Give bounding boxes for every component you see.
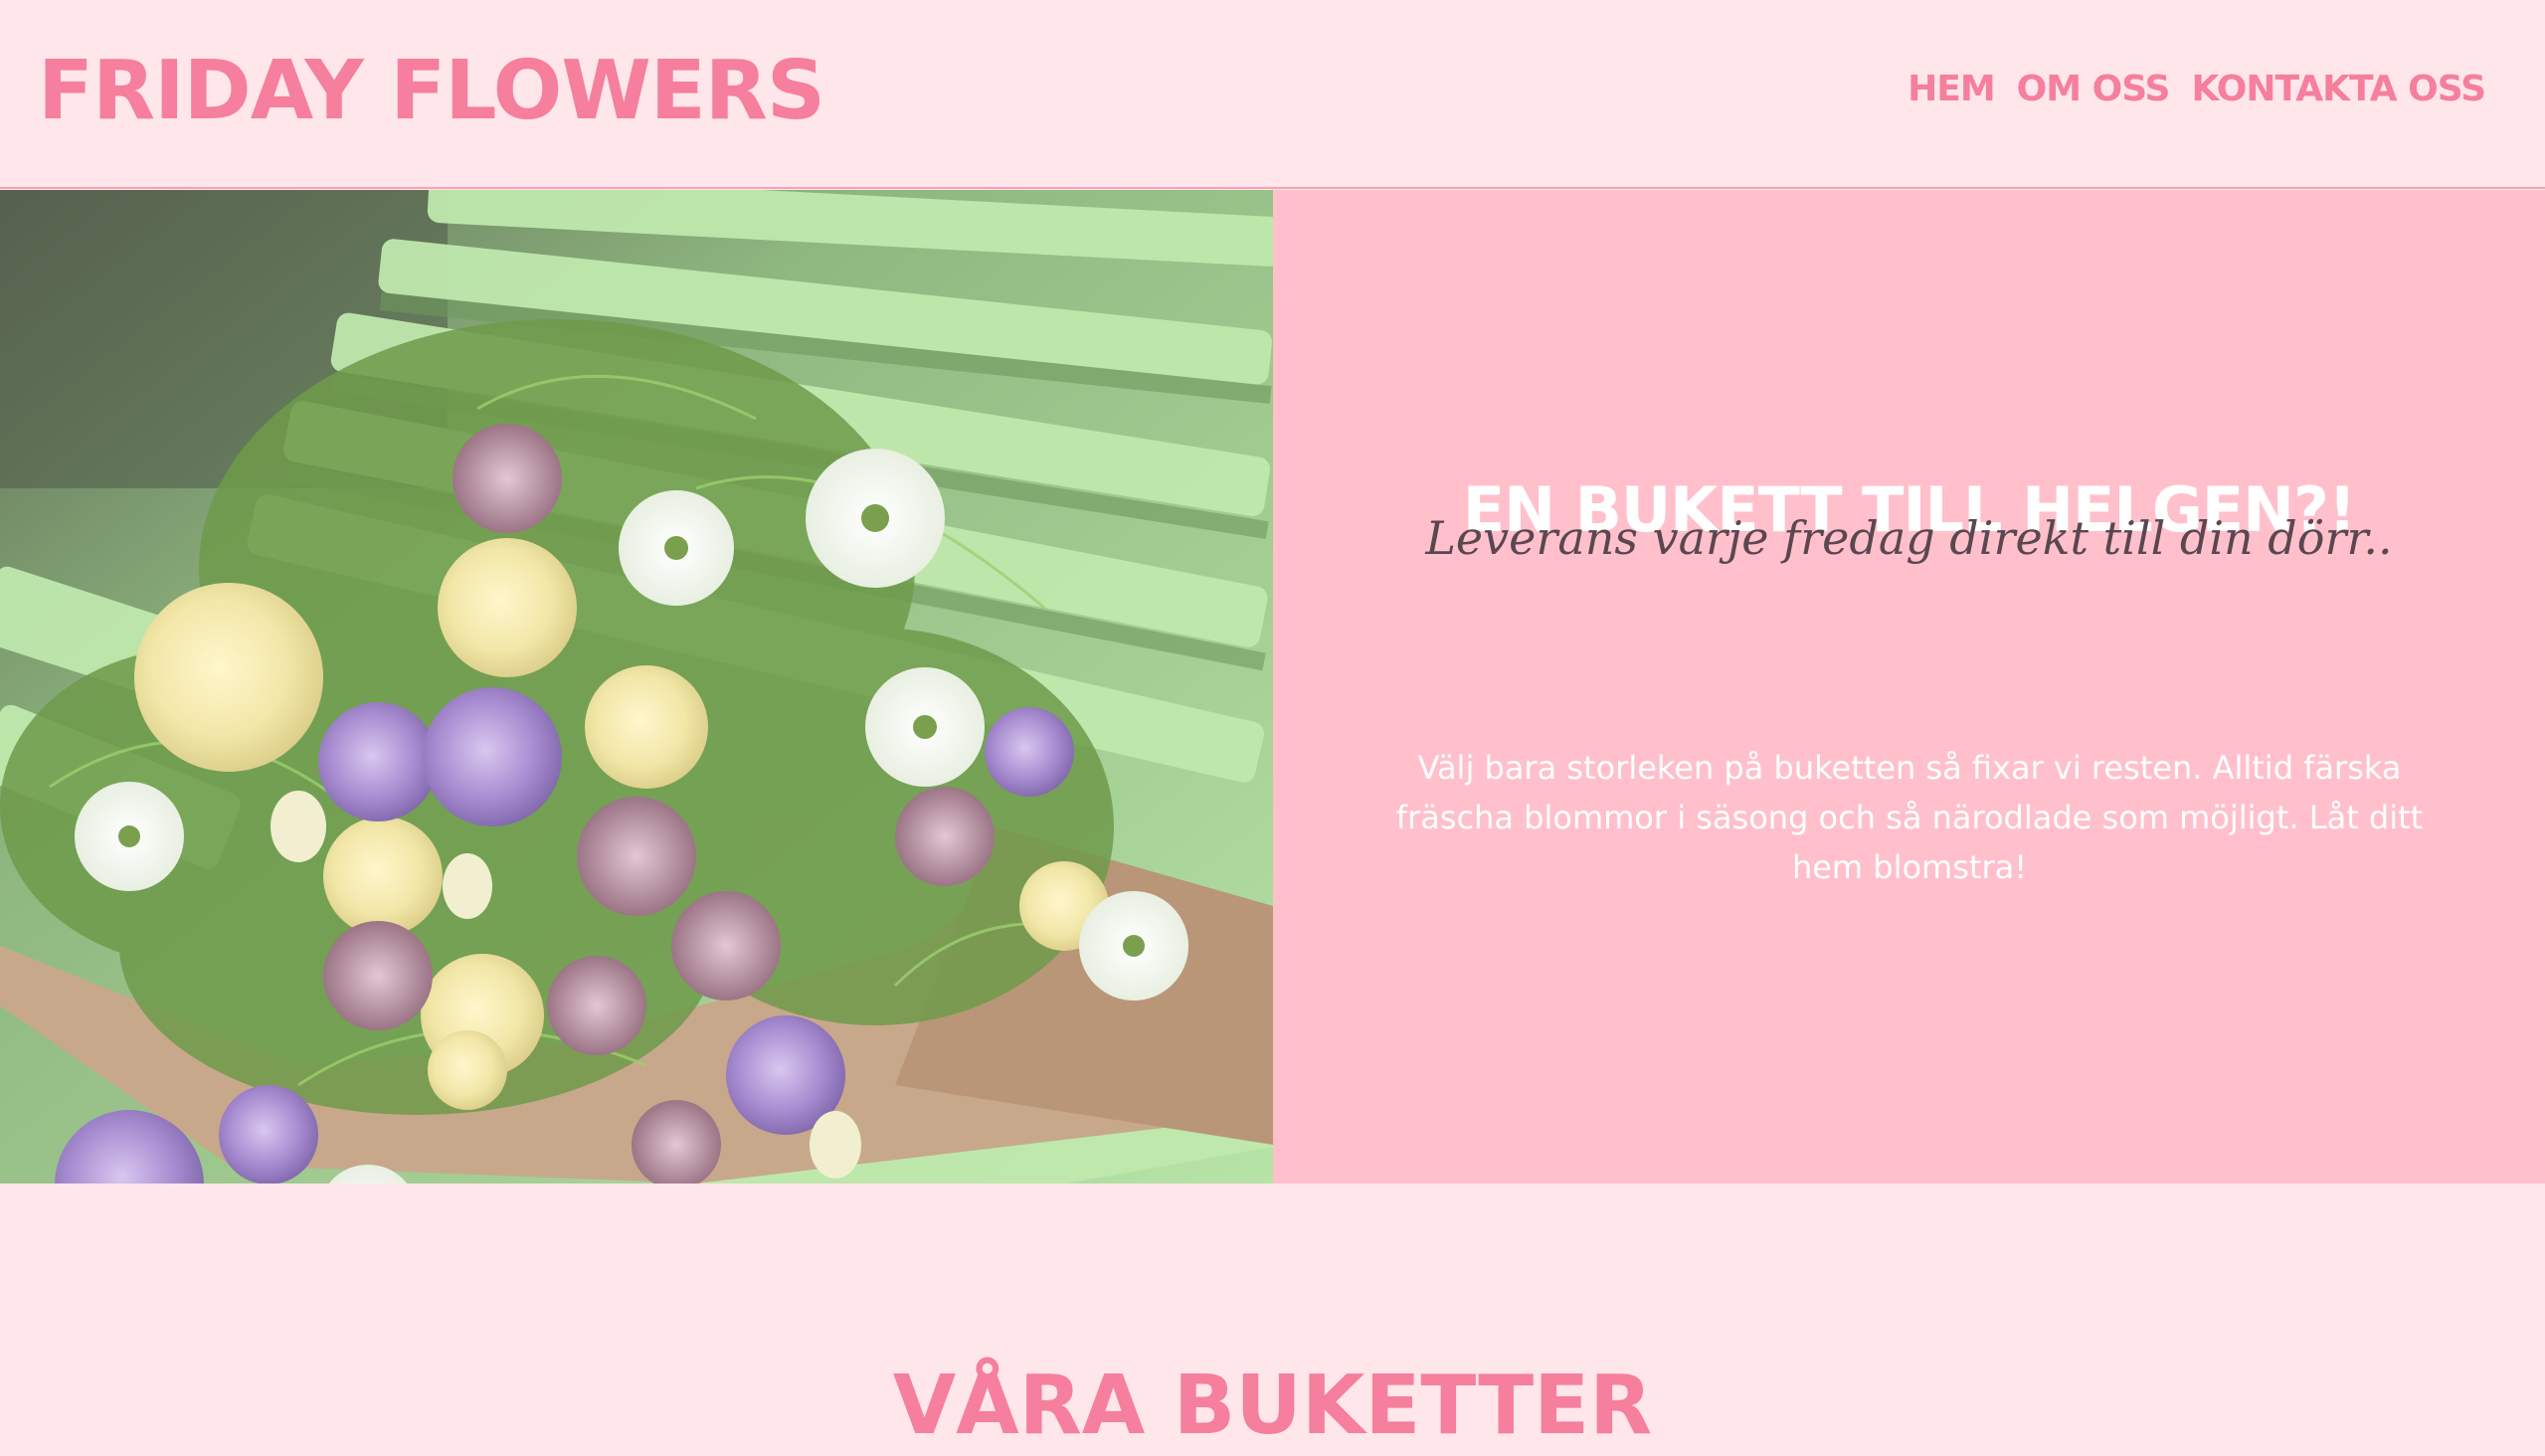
section-title-bouquets: VÅRA BUKETTER [892, 1359, 1653, 1454]
hero-text-panel: EN BUKETT TILL HELGEN?! Leverans varje f… [1273, 190, 2545, 1183]
hero-description: Välj bara storleken på buketten så fixar… [1395, 749, 2424, 886]
nav-link-kontakta-oss[interactable]: KONTAKTA OSS [2191, 64, 2486, 115]
nav-link-hem[interactable]: HEM [1908, 64, 1996, 115]
hero-section: EN BUKETT TILL HELGEN?! Leverans varje f… [0, 190, 2545, 1183]
hero-subtitle: Leverans varje fredag direkt till din dö… [1425, 511, 2393, 565]
hero-bouquet-image [0, 190, 1273, 1183]
site-header: FRIDAY FLOWERS HEM OM OSS KONTAKTA OSS [0, 0, 2545, 189]
site-logo[interactable]: FRIDAY FLOWERS [38, 42, 825, 141]
nav-link-om-oss[interactable]: OM OSS [2017, 64, 2171, 115]
main-nav: HEM OM OSS KONTAKTA OSS [1908, 64, 2486, 115]
